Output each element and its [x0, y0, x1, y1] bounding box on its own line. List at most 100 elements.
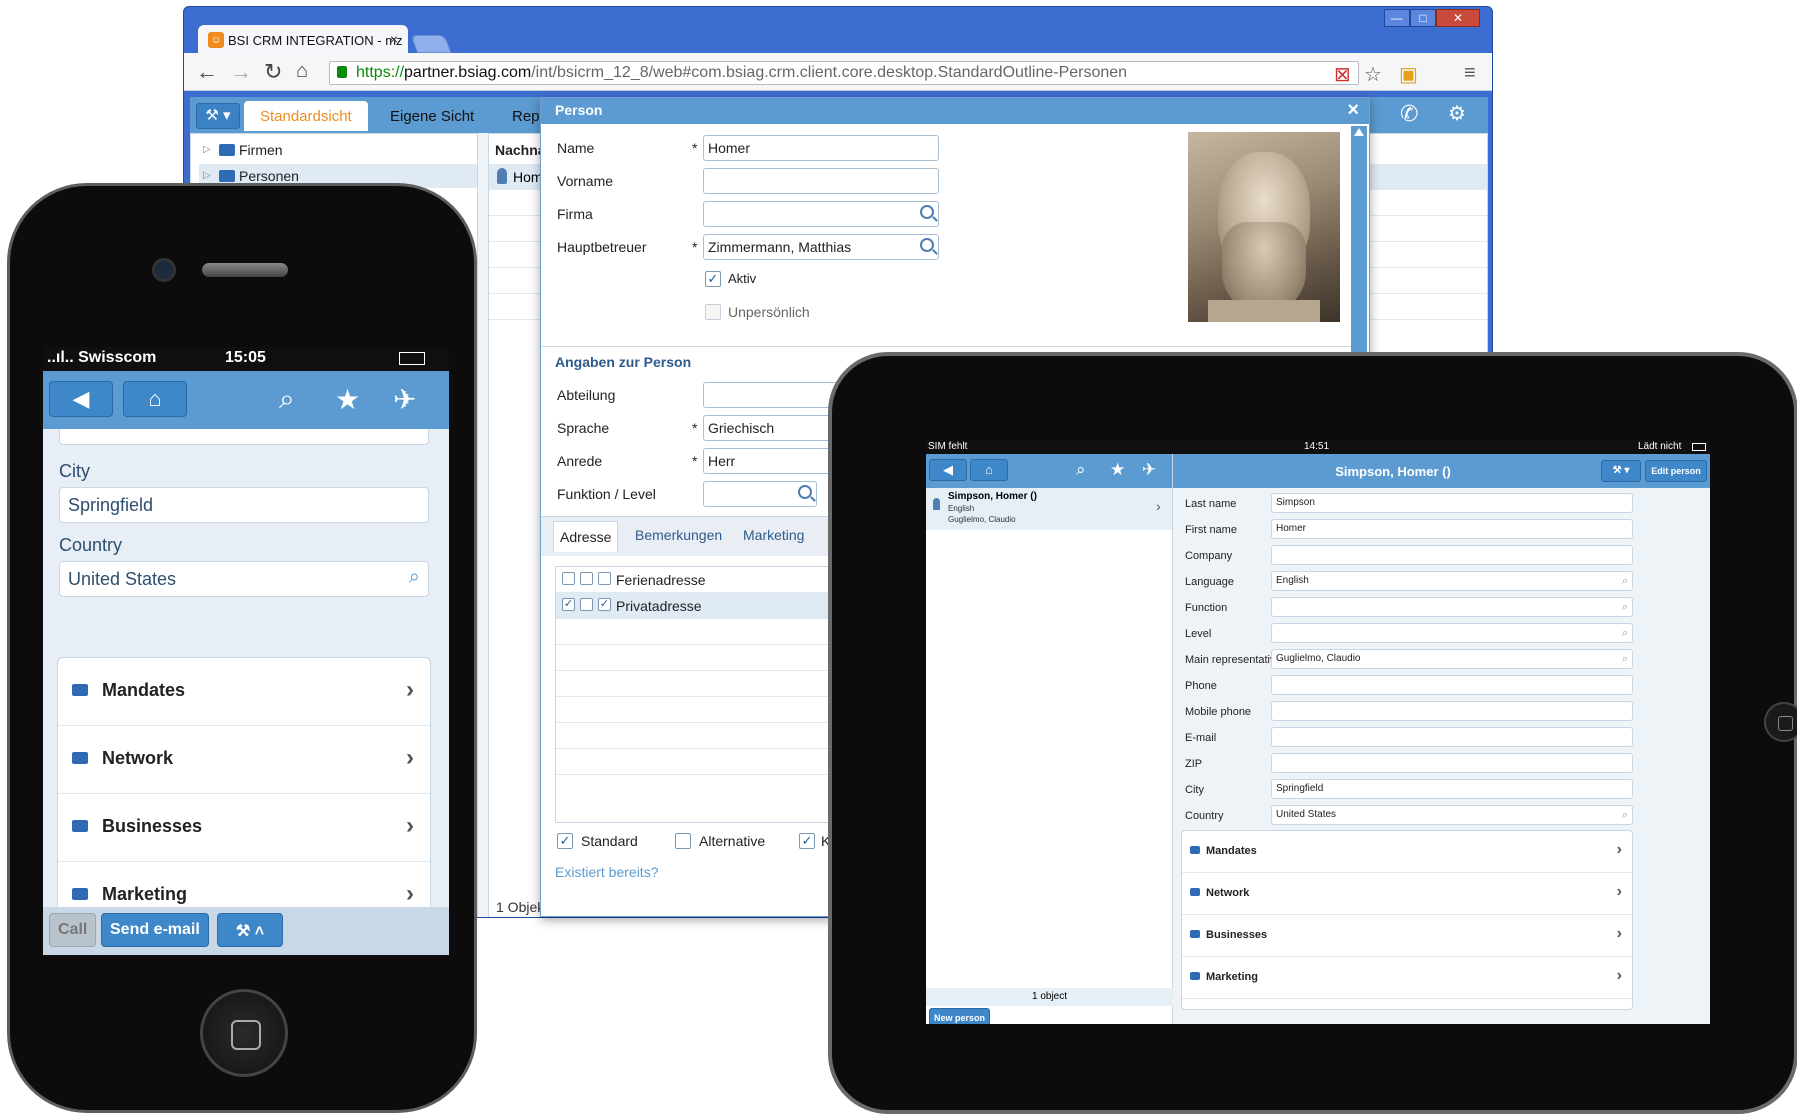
tools-menu-button[interactable]: ⚒ ▾ [196, 103, 240, 129]
search-icon[interactable]: ⌕ [1622, 653, 1628, 666]
city-field[interactable]: Springfield [59, 487, 429, 523]
search-icon[interactable]: ⌕ [279, 383, 295, 416]
name-field[interactable]: Homer [703, 135, 939, 161]
firma-field[interactable] [703, 201, 939, 227]
mobile-phone-field[interactable] [1271, 701, 1633, 721]
tree-item-firmen[interactable]: ▷ Firmen [199, 138, 477, 162]
close-tab-icon[interactable]: × [390, 31, 398, 47]
home-icon[interactable]: ⌂ [123, 381, 187, 417]
column-header-nachname[interactable]: Nachna [495, 142, 546, 158]
star-icon[interactable]: ★ [335, 383, 360, 416]
call-button[interactable]: Call [49, 913, 97, 947]
address-checkbox[interactable] [562, 572, 575, 585]
home-button[interactable] [1764, 702, 1797, 742]
chevron-right-icon: › [1616, 925, 1622, 942]
tools-menu-button[interactable]: ⚒ ▾ [1601, 460, 1641, 482]
blocked-popup-icon[interactable]: ⊠ [1334, 62, 1351, 87]
tab-eigene-sicht[interactable]: Eigene Sicht [374, 101, 490, 131]
star-icon[interactable]: ★ [1110, 460, 1125, 480]
person-photo [1188, 132, 1340, 322]
tab-marketing[interactable]: Marketing [743, 527, 804, 543]
list-item-network[interactable]: Network › [1182, 873, 1632, 915]
exists-link[interactable]: Existiert bereits? [555, 864, 658, 880]
home-button[interactable] [200, 989, 288, 1077]
forward-arrow-icon[interactable]: → [230, 59, 252, 85]
home-icon[interactable]: ⌂ [296, 60, 308, 83]
back-icon[interactable]: ◀ [49, 381, 113, 417]
reload-icon[interactable]: ↻ [264, 59, 282, 85]
address-checkbox[interactable]: ✓ [562, 598, 575, 611]
search-icon[interactable] [920, 238, 934, 252]
hauptbetreuer-field[interactable]: Zimmermann, Matthias [703, 234, 939, 260]
search-icon[interactable]: ⌕ [1622, 575, 1628, 588]
vorname-field[interactable] [703, 168, 939, 194]
language-field[interactable]: English ⌕ [1271, 571, 1633, 591]
new-tab-button[interactable] [410, 35, 452, 53]
scroll-up-icon[interactable] [1354, 128, 1364, 136]
search-icon[interactable] [798, 485, 812, 499]
tools-menu-button[interactable]: ⚒ ˄ [217, 913, 283, 947]
list-item-label: Mandates [102, 680, 186, 700]
home-icon[interactable]: ⌂ [970, 459, 1008, 481]
list-item-businesses[interactable]: Businesses › [58, 794, 430, 862]
search-icon[interactable]: ⌕ [1622, 601, 1628, 614]
new-person-button[interactable]: New person [929, 1008, 991, 1024]
address-bar[interactable]: https://partner.bsiag.com/int/bsicrm_12_… [329, 61, 1359, 85]
function-field[interactable]: ⌕ [1271, 597, 1633, 617]
level-field[interactable]: ⌕ [1271, 623, 1633, 643]
city-field[interactable]: Springfield [1271, 779, 1633, 799]
tab-standardsicht[interactable]: Standardsicht [244, 101, 368, 131]
extension-icon[interactable]: ▣ [1399, 62, 1418, 87]
maximize-button[interactable]: □ [1410, 9, 1436, 27]
list-item-mandates[interactable]: Mandates › [58, 658, 430, 726]
search-icon[interactable]: ⌕ [1622, 627, 1628, 640]
first-name-field[interactable]: Homer [1271, 519, 1633, 539]
phone-field[interactable] [1271, 675, 1633, 695]
list-item-network[interactable]: Network › [58, 726, 430, 794]
folder-icon [72, 820, 88, 832]
list-item-mandates[interactable]: Mandates › [1182, 831, 1632, 873]
menu-icon[interactable]: ≡ [1464, 62, 1476, 85]
country-field[interactable]: United States ⌕ [59, 561, 429, 597]
back-icon[interactable]: ◀ [929, 459, 967, 481]
company-field[interactable] [1271, 545, 1633, 565]
email-field[interactable] [1271, 727, 1633, 747]
search-icon[interactable]: ⌕ [1622, 809, 1628, 822]
list-item-person[interactable]: Simpson, Homer () English Guglielmo, Cla… [926, 488, 1172, 530]
search-icon[interactable]: ⌕ [1076, 460, 1086, 480]
browser-tab[interactable]: ☺ BSI CRM INTEGRATION - mz × [198, 25, 408, 55]
address-checkbox[interactable] [598, 572, 611, 585]
previous-field[interactable] [59, 429, 429, 445]
bookmark-star-icon[interactable]: ☆ [1364, 62, 1382, 87]
minimize-button[interactable]: — [1384, 9, 1410, 27]
funktion-field[interactable] [703, 481, 817, 507]
country-field[interactable]: United States ⌕ [1271, 805, 1633, 825]
edit-person-button[interactable]: Edit person [1645, 460, 1707, 482]
address-checkbox[interactable] [580, 572, 593, 585]
last-name-field[interactable]: Simpson [1271, 493, 1633, 513]
airplane-icon[interactable]: ✈ [393, 383, 416, 416]
tab-adresse[interactable]: Adresse [553, 521, 619, 552]
list-item-businesses[interactable]: Businesses › [1182, 915, 1632, 957]
address-checkbox[interactable] [580, 598, 593, 611]
send-email-button[interactable]: Send e-mail [101, 913, 209, 947]
search-icon[interactable]: ⌕ [409, 566, 420, 589]
zip-field[interactable] [1271, 753, 1633, 773]
window-close-button[interactable]: ✕ [1436, 9, 1480, 27]
tab-bemerkungen[interactable]: Bemerkungen [635, 527, 722, 543]
airplane-icon[interactable]: ✈ [1142, 460, 1156, 480]
alternative-checkbox[interactable] [675, 833, 691, 849]
settings-gears-icon[interactable]: ⚙ [1448, 101, 1466, 126]
expand-arrow-icon[interactable]: ▷ [203, 138, 211, 162]
aktiv-checkbox[interactable]: ✓ [705, 271, 721, 287]
phone-icon[interactable]: ✆ [1400, 101, 1418, 127]
k-checkbox[interactable]: ✓ [799, 833, 815, 849]
standard-checkbox[interactable]: ✓ [557, 833, 573, 849]
search-icon[interactable] [920, 205, 934, 219]
unpersoenlich-checkbox[interactable] [705, 304, 721, 320]
list-item-marketing[interactable]: Marketing › [1182, 957, 1632, 999]
back-arrow-icon[interactable]: ← [196, 59, 218, 85]
address-checkbox[interactable]: ✓ [598, 598, 611, 611]
close-icon[interactable]: × [1347, 99, 1359, 122]
main-representative-field[interactable]: Guglielmo, Claudio ⌕ [1271, 649, 1633, 669]
